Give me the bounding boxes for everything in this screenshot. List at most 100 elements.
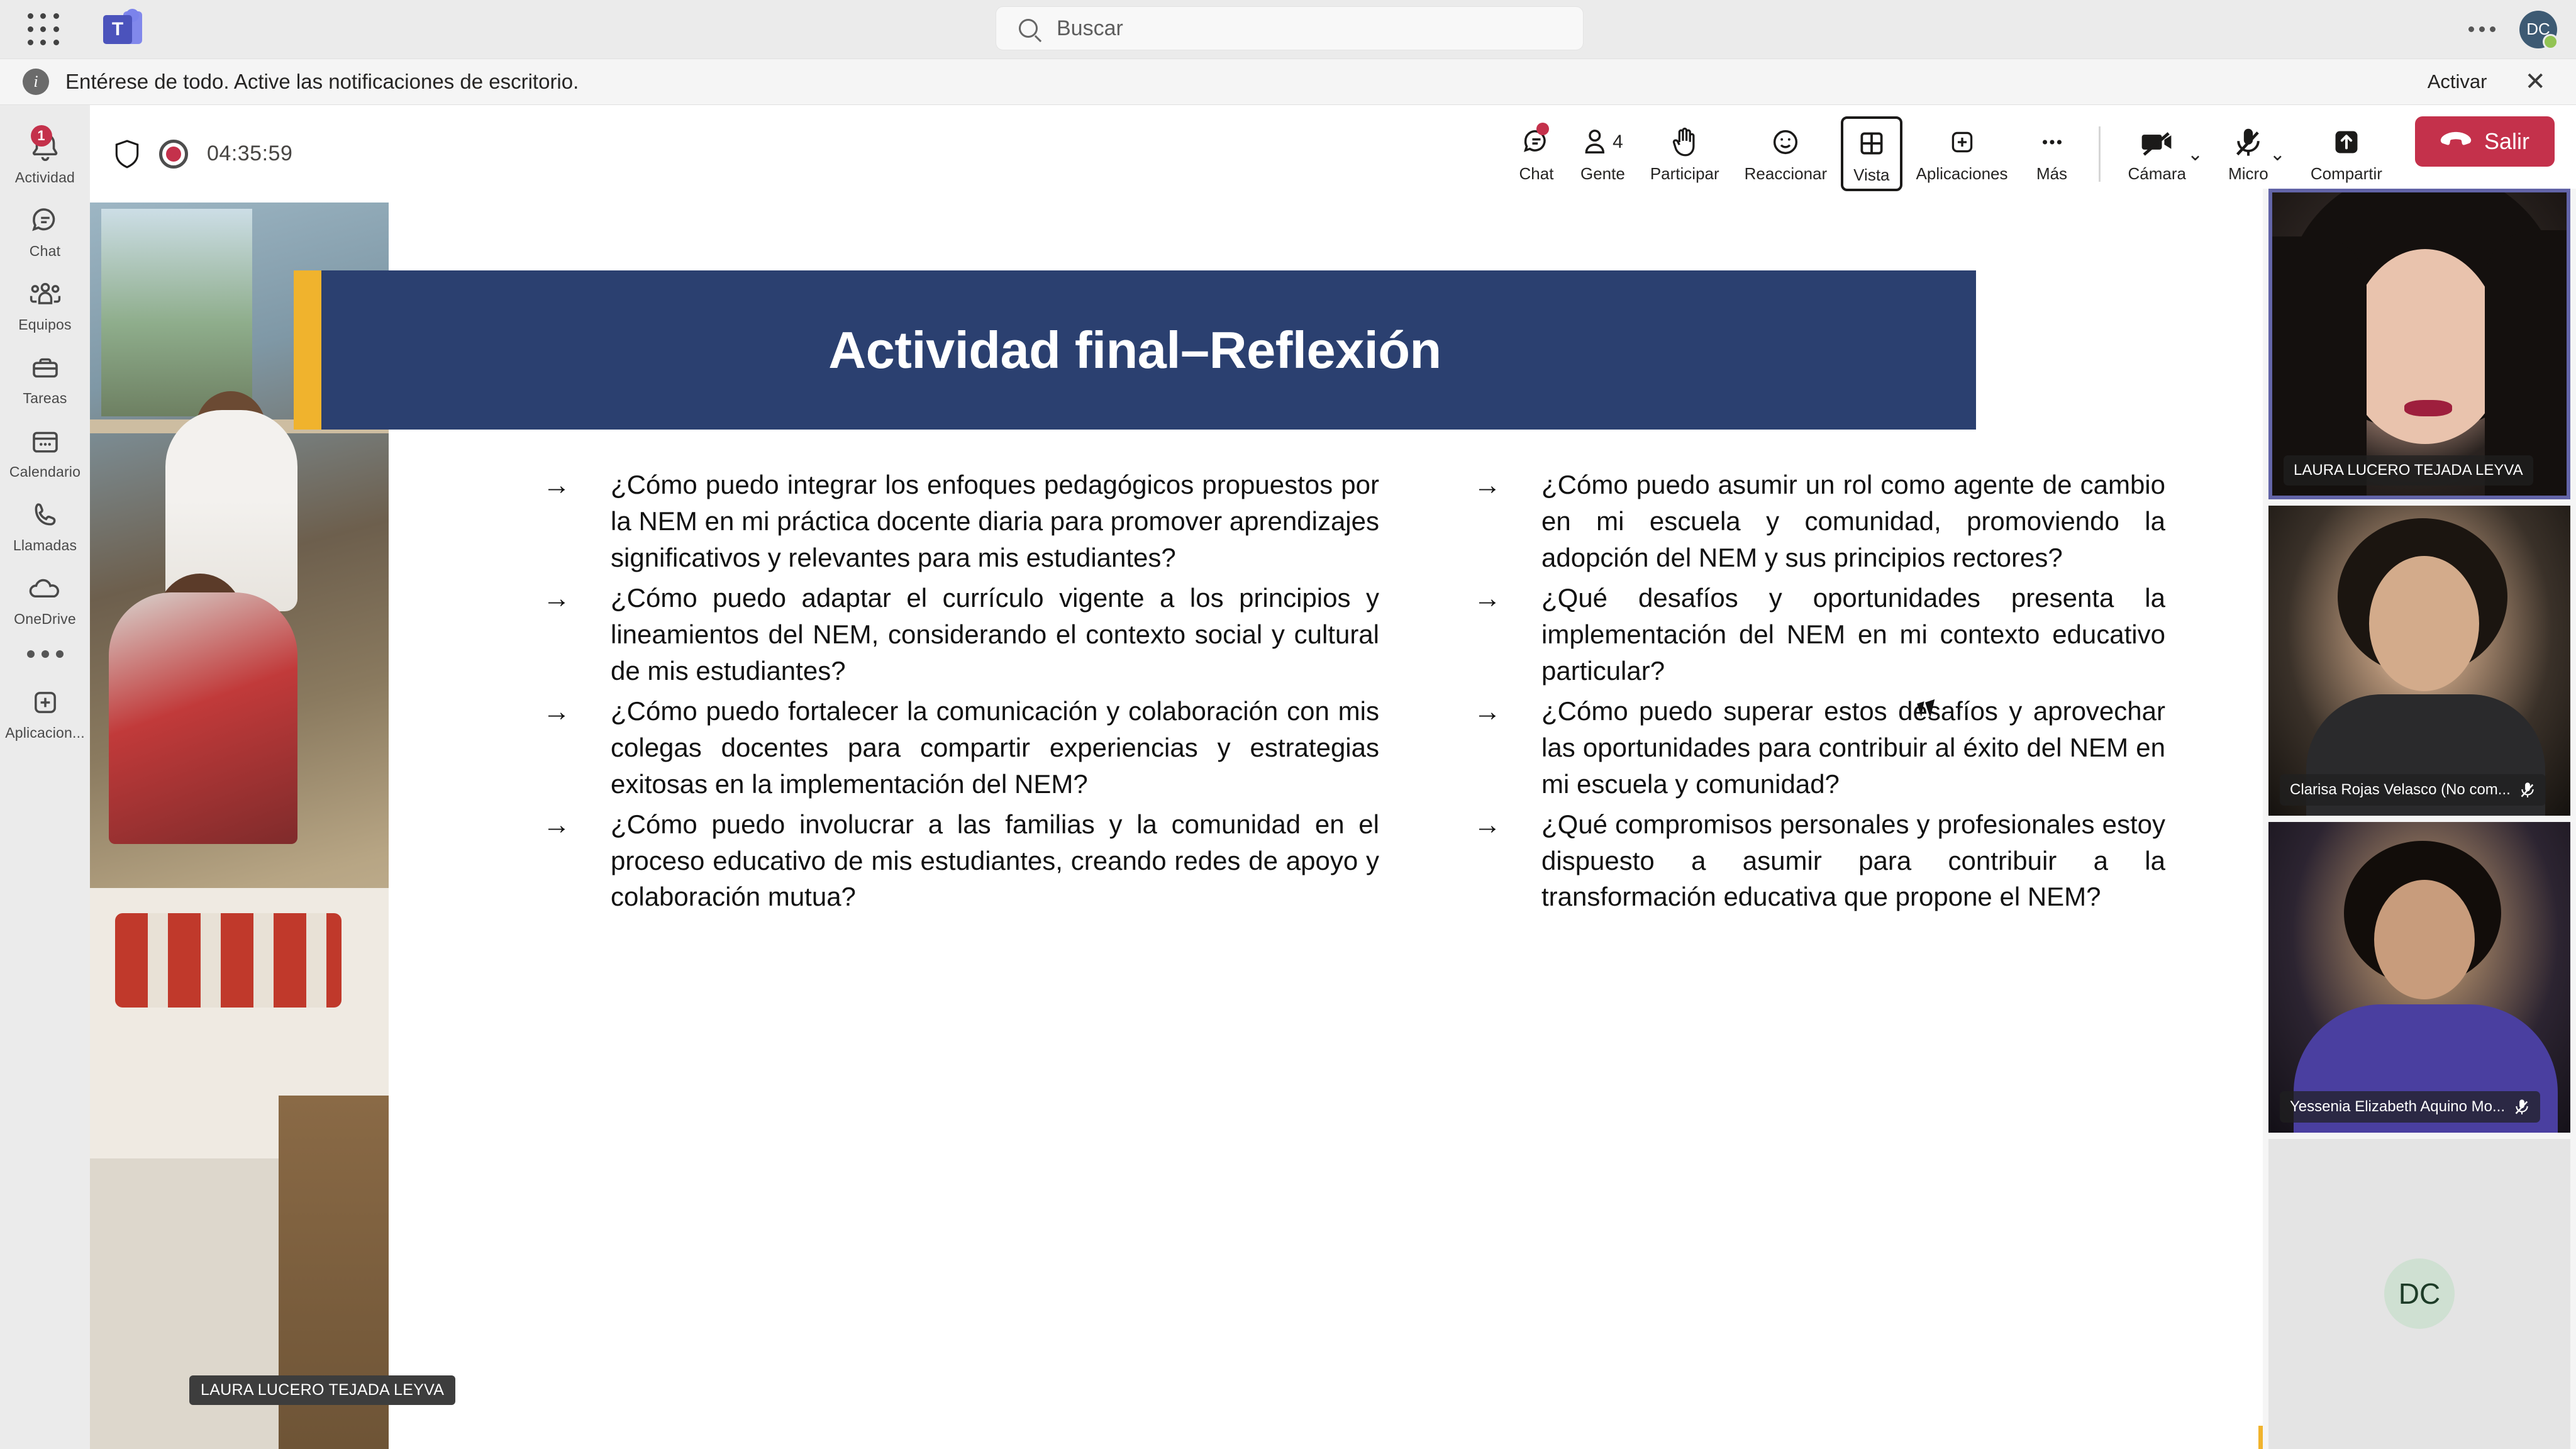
list-item: → ¿Cómo puedo fortalecer la comunicación… [543, 693, 1379, 802]
mic-off-icon [2233, 121, 2263, 163]
participant-name-label: Yessenia Elizabeth Aquino Mo... [2280, 1091, 2541, 1123]
meeting-chat-button[interactable]: Chat [1506, 116, 1567, 189]
participant-name: Clarisa Rojas Velasco (No com... [2290, 781, 2511, 799]
teams-logo-icon[interactable]: T [101, 8, 147, 50]
sidebar-item-actividad[interactable]: 1 Actividad [0, 119, 90, 192]
meeting-people-label: Gente [1580, 164, 1625, 183]
sidebar-item-label: OneDrive [14, 611, 76, 627]
list-item-text: ¿Qué compromisos personales y profesiona… [1541, 809, 2165, 912]
activate-notifications-button[interactable]: Activar [2419, 64, 2496, 99]
notification-actions: Activar ✕ [2419, 64, 2553, 99]
recording-indicator-icon [159, 139, 188, 169]
participant-name: Yessenia Elizabeth Aquino Mo... [2290, 1097, 2506, 1115]
chevron-down-icon[interactable]: ⌄ [2270, 143, 2285, 165]
participant-name: LAURA LUCERO TEJADA LEYVA [2294, 461, 2523, 479]
avatar: DC [2384, 1258, 2455, 1330]
participant-tile[interactable]: Yessenia Elizabeth Aquino Mo... [2268, 822, 2570, 1133]
presentation-slide: Actividad final–Reflexión → ¿Cómo puedo … [90, 203, 2263, 1449]
camera-off-icon [2140, 121, 2175, 163]
avatar[interactable]: DC [2519, 10, 2558, 50]
leave-meeting-button[interactable]: Salir [2414, 116, 2555, 167]
search-bar[interactable]: Buscar [996, 6, 1584, 50]
participant-video [2268, 822, 2570, 1133]
list-item-text: ¿Cómo puedo involucrar a las familias y … [611, 809, 1379, 912]
briefcase-icon [28, 348, 62, 387]
arrow-bullet-icon: → [1474, 470, 1501, 501]
meeting-toolbar-actions: Chat 4 Gente Participar Reaccionar Vista… [1506, 116, 2576, 191]
more-options-icon[interactable] [2461, 19, 2503, 40]
app-launcher-icon[interactable] [24, 10, 63, 49]
list-item-text: ¿Cómo puedo superar estos desafíos y apr… [1541, 696, 2165, 799]
list-item-text: ¿Cómo puedo integrar los enfoques pedagó… [611, 470, 1379, 572]
meeting-people-button[interactable]: 4 Gente [1569, 116, 1636, 189]
sidebar-item-chat[interactable]: Chat [0, 192, 90, 266]
page-title: Actividad final–Reflexión [828, 320, 1441, 379]
camera-label: Cámara [2128, 164, 2186, 183]
share-screen-label: Compartir [2310, 164, 2382, 183]
sidebar-item-tareas[interactable]: Tareas [0, 340, 90, 413]
meeting-apps-label: Aplicaciones [1916, 164, 2008, 183]
search-icon [1019, 19, 1038, 38]
list-item: → ¿Qué compromisos personales y profesio… [1474, 806, 2165, 916]
info-icon: i [23, 69, 49, 95]
mic-label: Micro [2228, 164, 2268, 183]
participant-video [2268, 505, 2570, 816]
sidebar-item-add-app[interactable]: Aplicacion... [0, 674, 90, 748]
arrow-bullet-icon: → [543, 470, 570, 501]
sidebar-item-label: Tareas [23, 390, 67, 406]
shield-icon[interactable] [114, 139, 140, 169]
list-item-text: ¿Cómo puedo fortalecer la comunicación y… [611, 696, 1379, 799]
top-bar-right: DC [2461, 0, 2558, 58]
top-bar: T Buscar DC [0, 0, 2576, 58]
meeting-toolbar: 04:35:59 Chat 4 Gente Participar Reaccio… [90, 105, 2576, 203]
camera-button[interactable]: Cámara ⌄ [2117, 116, 2215, 189]
notification-banner: i Entérese de todo. Active las notificac… [0, 58, 2576, 105]
participant-tile-self[interactable]: DC [2268, 1138, 2570, 1449]
activity-badge: 1 [30, 125, 52, 147]
chevron-down-icon[interactable]: ⌄ [2187, 143, 2203, 165]
search-placeholder: Buscar [1057, 16, 1123, 40]
meeting-toolbar-left: 04:35:59 [90, 139, 292, 169]
meeting-raise-hand-button[interactable]: Participar [1639, 116, 1731, 189]
sidebar-item-onedrive[interactable]: OneDrive [0, 560, 90, 634]
meeting-chat-label: Chat [1519, 164, 1554, 183]
search-input[interactable]: Buscar [996, 6, 1584, 50]
sidebar-item-label: Chat [29, 243, 61, 259]
slide-right-column: → ¿Cómo puedo asumir un rol como agente … [1474, 467, 2165, 919]
ellipsis-icon [2036, 121, 2068, 163]
meeting-stage: Actividad final–Reflexión → ¿Cómo puedo … [90, 203, 2576, 1449]
sidebar-item-label: Equipos [18, 316, 72, 333]
more-apps-icon[interactable] [26, 634, 64, 674]
leave-meeting-label: Salir [2484, 128, 2529, 154]
participant-video [2272, 192, 2567, 496]
cloud-icon [27, 569, 64, 608]
slide-accent-block [2258, 1426, 2263, 1449]
shared-content-area[interactable]: Actividad final–Reflexión → ¿Cómo puedo … [90, 203, 2263, 1449]
sidebar-item-calendario[interactable]: Calendario [0, 413, 90, 487]
calendar-icon [28, 422, 62, 461]
participant-tile[interactable]: LAURA LUCERO TEJADA LEYVA [2268, 189, 2570, 499]
list-item: → ¿Cómo puedo involucrar a las familias … [543, 806, 1379, 916]
close-icon[interactable]: ✕ [2517, 65, 2553, 98]
sidebar-item-llamadas[interactable]: Llamadas [0, 487, 90, 560]
meeting-apps-button[interactable]: Aplicaciones [1905, 116, 2019, 189]
meeting-more-label: Más [2036, 164, 2068, 183]
meeting-view-button[interactable]: Vista [1841, 116, 1902, 191]
mic-button[interactable]: Micro ⌄ [2217, 116, 2297, 189]
meeting-more-button[interactable]: Más [2022, 116, 2082, 189]
plus-box-icon [1946, 121, 1978, 163]
phone-icon [28, 496, 62, 535]
share-screen-button[interactable]: Compartir [2299, 116, 2394, 189]
meeting-react-button[interactable]: Reaccionar [1733, 116, 1839, 189]
share-screen-icon [2331, 121, 2362, 163]
sidebar-item-label: Calendario [9, 464, 81, 480]
list-item: → ¿Qué desafíos y oportunidades presenta… [1474, 580, 2165, 689]
raise-hand-icon [1670, 121, 1700, 163]
participant-tile[interactable]: Clarisa Rojas Velasco (No com... [2268, 505, 2570, 816]
hangup-icon [2440, 128, 2472, 155]
sidebar-item-equipos[interactable]: Equipos [0, 266, 90, 340]
participant-name-label: Clarisa Rojas Velasco (No com... [2280, 774, 2546, 806]
left-nav-rail: 1 Actividad Chat Equipos Tareas Calendar… [0, 105, 90, 1449]
list-item-text: ¿Qué desafíos y oportunidades presenta l… [1541, 582, 2165, 686]
presenter-name-chip: LAURA LUCERO TEJADA LEYVA [189, 1375, 456, 1405]
